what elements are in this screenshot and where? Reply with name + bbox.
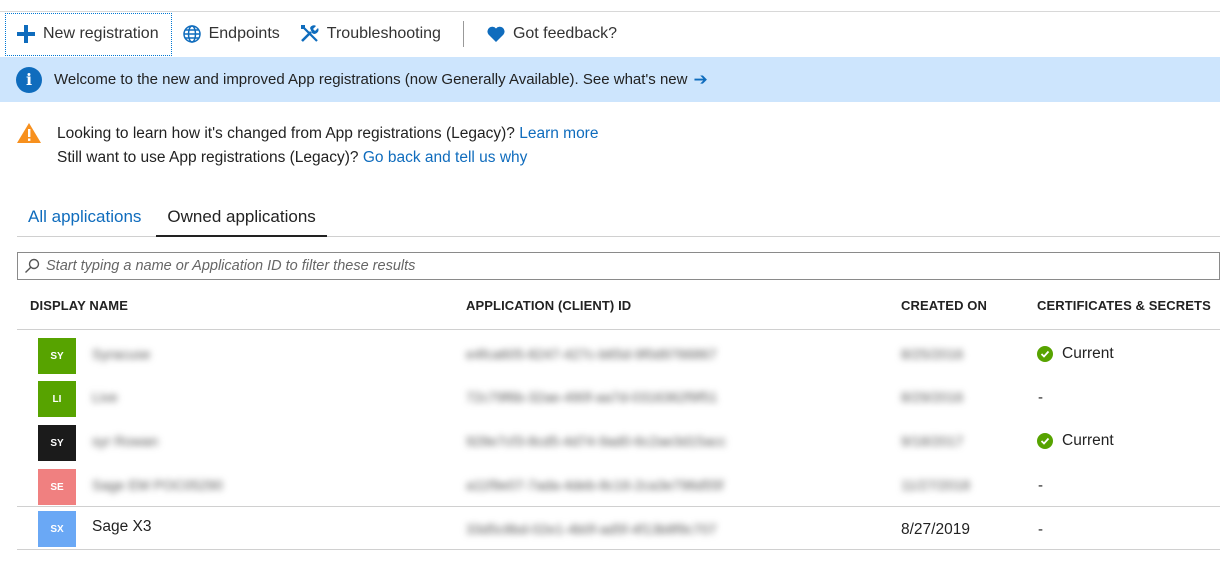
legacy-line1-text: Looking to learn how it's changed from A…	[57, 125, 515, 142]
created-on: 8/27/2019	[901, 521, 970, 538]
filter-box	[17, 252, 1220, 280]
app-name[interactable]: Live	[92, 389, 118, 405]
created-on: 8/25/2016	[901, 346, 964, 362]
warning-icon	[16, 122, 42, 152]
app-tabs: All applications Owned applications	[17, 203, 1220, 237]
banner-text: Welcome to the new and improved App regi…	[54, 71, 688, 88]
app-name[interactable]: Sage X3	[92, 518, 151, 536]
endpoints-label: Endpoints	[208, 25, 280, 42]
learn-more-link[interactable]: Learn more	[519, 125, 598, 142]
table-row[interactable]: SY syr Rowan 928e7cf3-8cd5-4d74-9ad0-6c2…	[17, 420, 1220, 464]
table-row[interactable]: LI Live 72c79f6b-32ae-490f-aa7d-0316362f…	[17, 376, 1220, 420]
table-row[interactable]: SE Sage EM POC05290 a11f9e07-7ada-4deb-8…	[17, 464, 1220, 508]
legacy-notice: Looking to learn how it's changed from A…	[16, 122, 598, 170]
created-on: 8/29/2016	[901, 389, 964, 405]
check-circle-icon	[1037, 433, 1053, 449]
created-on: 11/27/2018	[901, 477, 971, 493]
command-bar: New registration Endpoints Troubleshooti…	[0, 12, 1220, 56]
new-registration-label: New registration	[43, 25, 159, 42]
created-on: 9/18/2017	[901, 433, 964, 449]
arrow-right-icon[interactable]: ➔	[693, 70, 707, 90]
certs-status-text: -	[1038, 521, 1043, 538]
avatar: SY	[38, 338, 76, 374]
header-certs-secrets[interactable]: CERTIFICATES & SECRETS	[1037, 298, 1211, 313]
table-row[interactable]: SX Sage X3 33d5c8bd-02e1-4b0f-ad5f-4f13b…	[17, 506, 1220, 550]
check-circle-icon	[1037, 346, 1053, 362]
troubleshooting-label: Troubleshooting	[326, 25, 441, 42]
feedback-button[interactable]: Got feedback?	[476, 12, 627, 56]
header-client-id[interactable]: APPLICATION (CLIENT) ID	[466, 298, 631, 313]
certs-status-text: -	[1038, 389, 1043, 406]
tab-owned-applications[interactable]: Owned applications	[156, 203, 327, 237]
app-name[interactable]: Syracuse	[92, 346, 150, 362]
client-id: 928e7cf3-8cd5-4d74-9ad0-6c2ae3d15acc	[466, 433, 726, 449]
certs-status-text: Current	[1062, 345, 1114, 362]
avatar: SX	[38, 511, 76, 547]
troubleshooting-button[interactable]: Troubleshooting	[290, 12, 451, 56]
certs-status-text: -	[1038, 477, 1043, 494]
app-name[interactable]: syr Rowan	[92, 433, 158, 449]
info-icon: i	[16, 66, 42, 93]
certs-status: Current	[1037, 432, 1114, 450]
client-id: 33d5c8bd-02e1-4b0f-ad5f-4f13b8f9c707	[466, 521, 717, 537]
tab-all-applications[interactable]: All applications	[17, 203, 152, 237]
info-banner[interactable]: i Welcome to the new and improved App re…	[0, 57, 1220, 102]
globe-icon	[182, 24, 202, 44]
feedback-label: Got feedback?	[512, 25, 618, 42]
filter-input[interactable]	[46, 258, 1146, 274]
avatar: LI	[38, 381, 76, 417]
app-name[interactable]: Sage EM POC05290	[92, 477, 223, 493]
legacy-line2-text: Still want to use App registrations (Leg…	[57, 149, 359, 166]
table-row[interactable]: SY Syracuse e4fca605-8247-427c-b65d-9f0d…	[17, 333, 1220, 377]
search-icon	[24, 258, 40, 274]
avatar: SY	[38, 425, 76, 461]
heart-icon	[486, 24, 506, 44]
certs-status-text: Current	[1062, 432, 1114, 449]
client-id: a11f9e07-7ada-4deb-8c16-2ca3e796d55f	[466, 477, 724, 493]
new-registration-button[interactable]: New registration	[5, 12, 172, 56]
client-id: 72c79f6b-32ae-490f-aa7d-0316362f9f51	[466, 389, 718, 405]
endpoints-button[interactable]: Endpoints	[172, 12, 290, 56]
avatar: SE	[38, 469, 76, 505]
header-display-name[interactable]: DISPLAY NAME	[30, 298, 128, 313]
plus-icon	[16, 24, 36, 44]
certs-status: Current	[1037, 345, 1114, 363]
tools-icon	[300, 24, 320, 44]
table-header: DISPLAY NAME APPLICATION (CLIENT) ID CRE…	[17, 288, 1220, 330]
toolbar-separator	[462, 21, 464, 47]
go-back-link[interactable]: Go back and tell us why	[363, 149, 528, 166]
client-id: e4fca605-8247-427c-b65d-9f0d9766867	[466, 346, 717, 362]
header-created-on[interactable]: CREATED ON	[901, 298, 987, 313]
